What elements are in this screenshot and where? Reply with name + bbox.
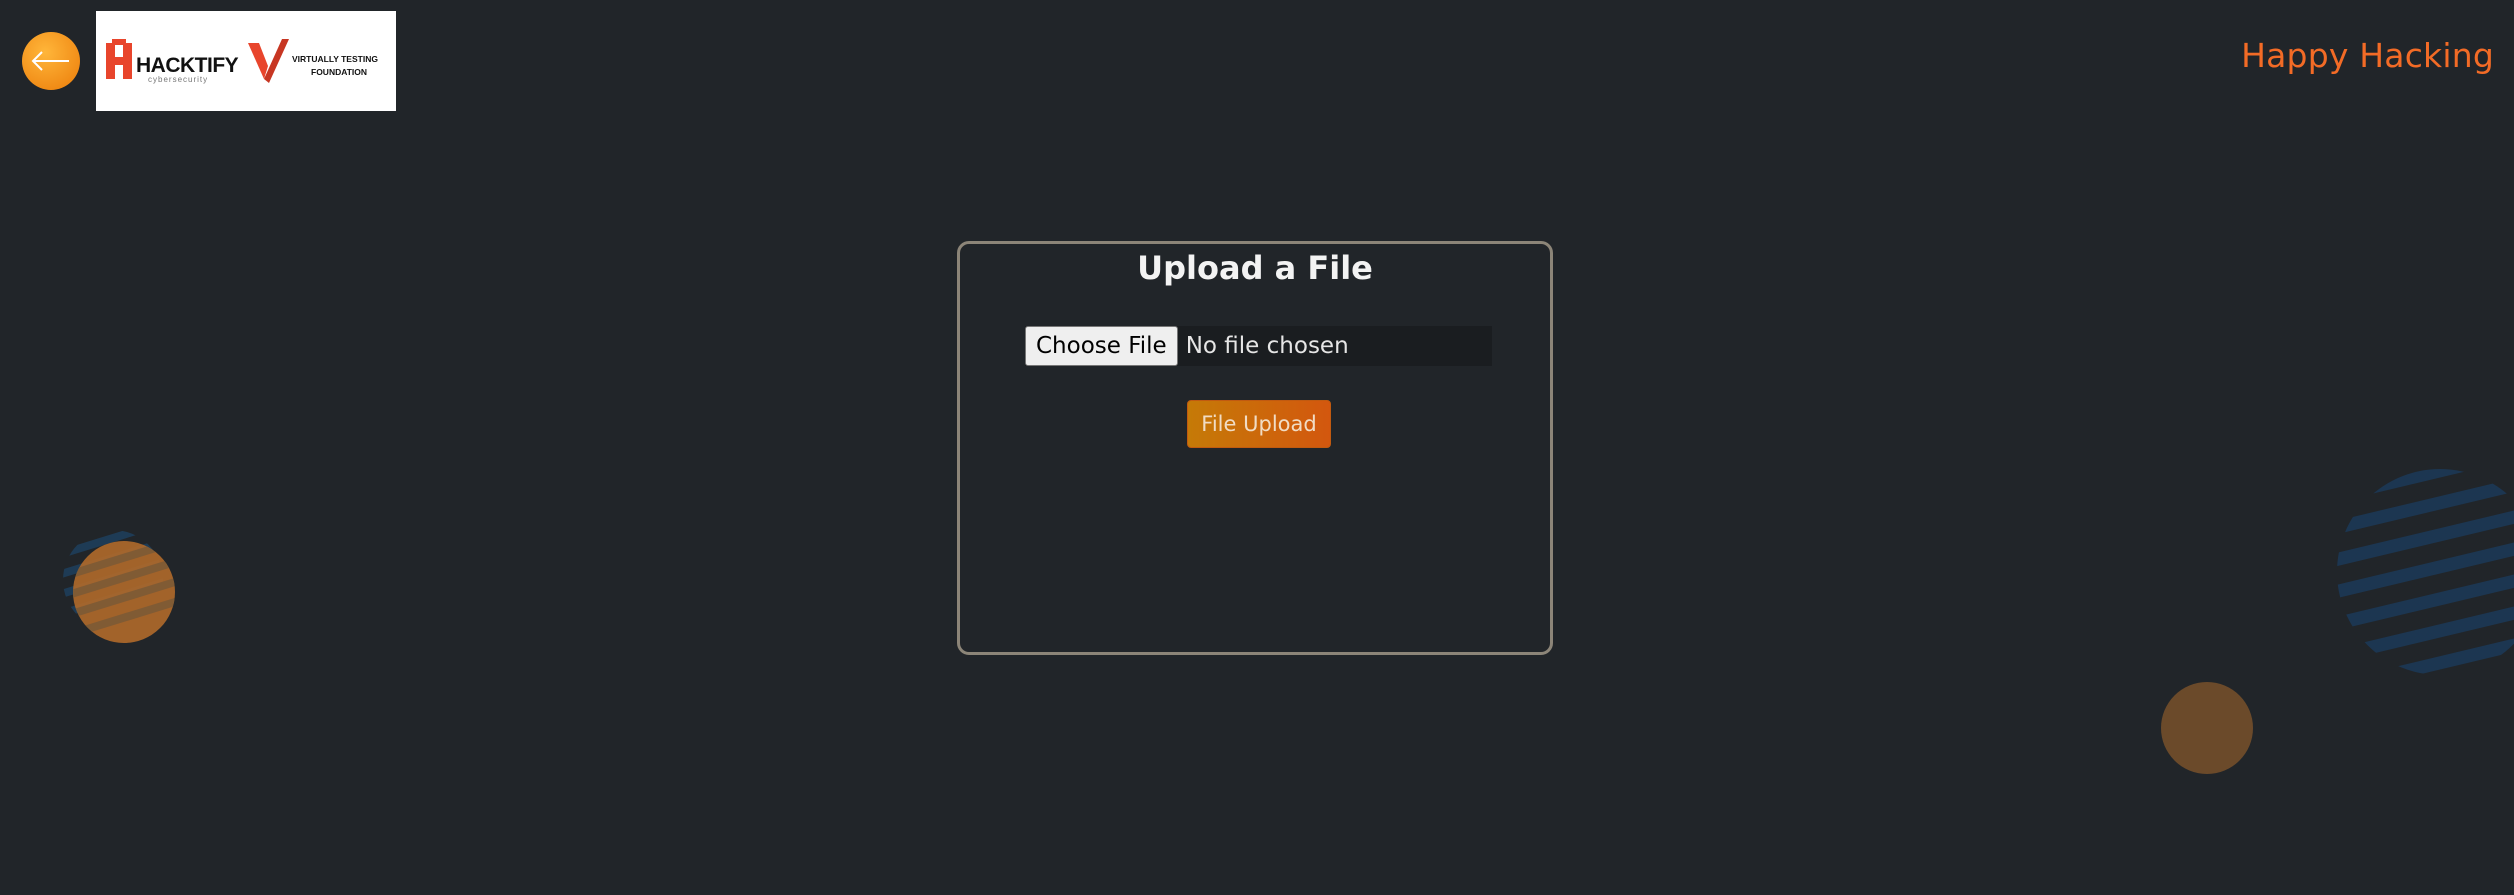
hacktify-logo-icon: HACKTIFY cybersecurity VIRTUALLY TESTING… xyxy=(106,39,378,84)
decorative-circle-right xyxy=(2161,682,2253,774)
decorative-striped-circle-right xyxy=(2337,469,2514,675)
file-input[interactable]: Choose File No file chosen xyxy=(1025,326,1492,366)
choose-file-button[interactable]: Choose File xyxy=(1025,326,1178,366)
logo: HACKTIFY cybersecurity VIRTUALLY TESTING… xyxy=(96,11,396,111)
page: HACKTIFY cybersecurity VIRTUALLY TESTING… xyxy=(0,0,2514,895)
upload-card: Upload a File Choose File No file chosen… xyxy=(957,241,1553,655)
logo-partner-line2: FOUNDATION xyxy=(311,67,367,77)
logo-brand-name: HACKTIFY xyxy=(136,54,239,77)
header-tagline: Happy Hacking xyxy=(2241,36,2494,75)
logo-brand-tagline: cybersecurity xyxy=(148,75,208,84)
logo-partner-line1: VIRTUALLY TESTING xyxy=(292,54,378,64)
upload-card-title: Upload a File xyxy=(1137,249,1373,287)
decorative-striped-circle-left xyxy=(63,530,175,643)
file-status-text: No file chosen xyxy=(1185,333,1349,359)
file-upload-button[interactable]: File Upload xyxy=(1187,400,1331,448)
arrow-left-icon xyxy=(31,51,69,71)
back-button[interactable] xyxy=(22,32,80,90)
